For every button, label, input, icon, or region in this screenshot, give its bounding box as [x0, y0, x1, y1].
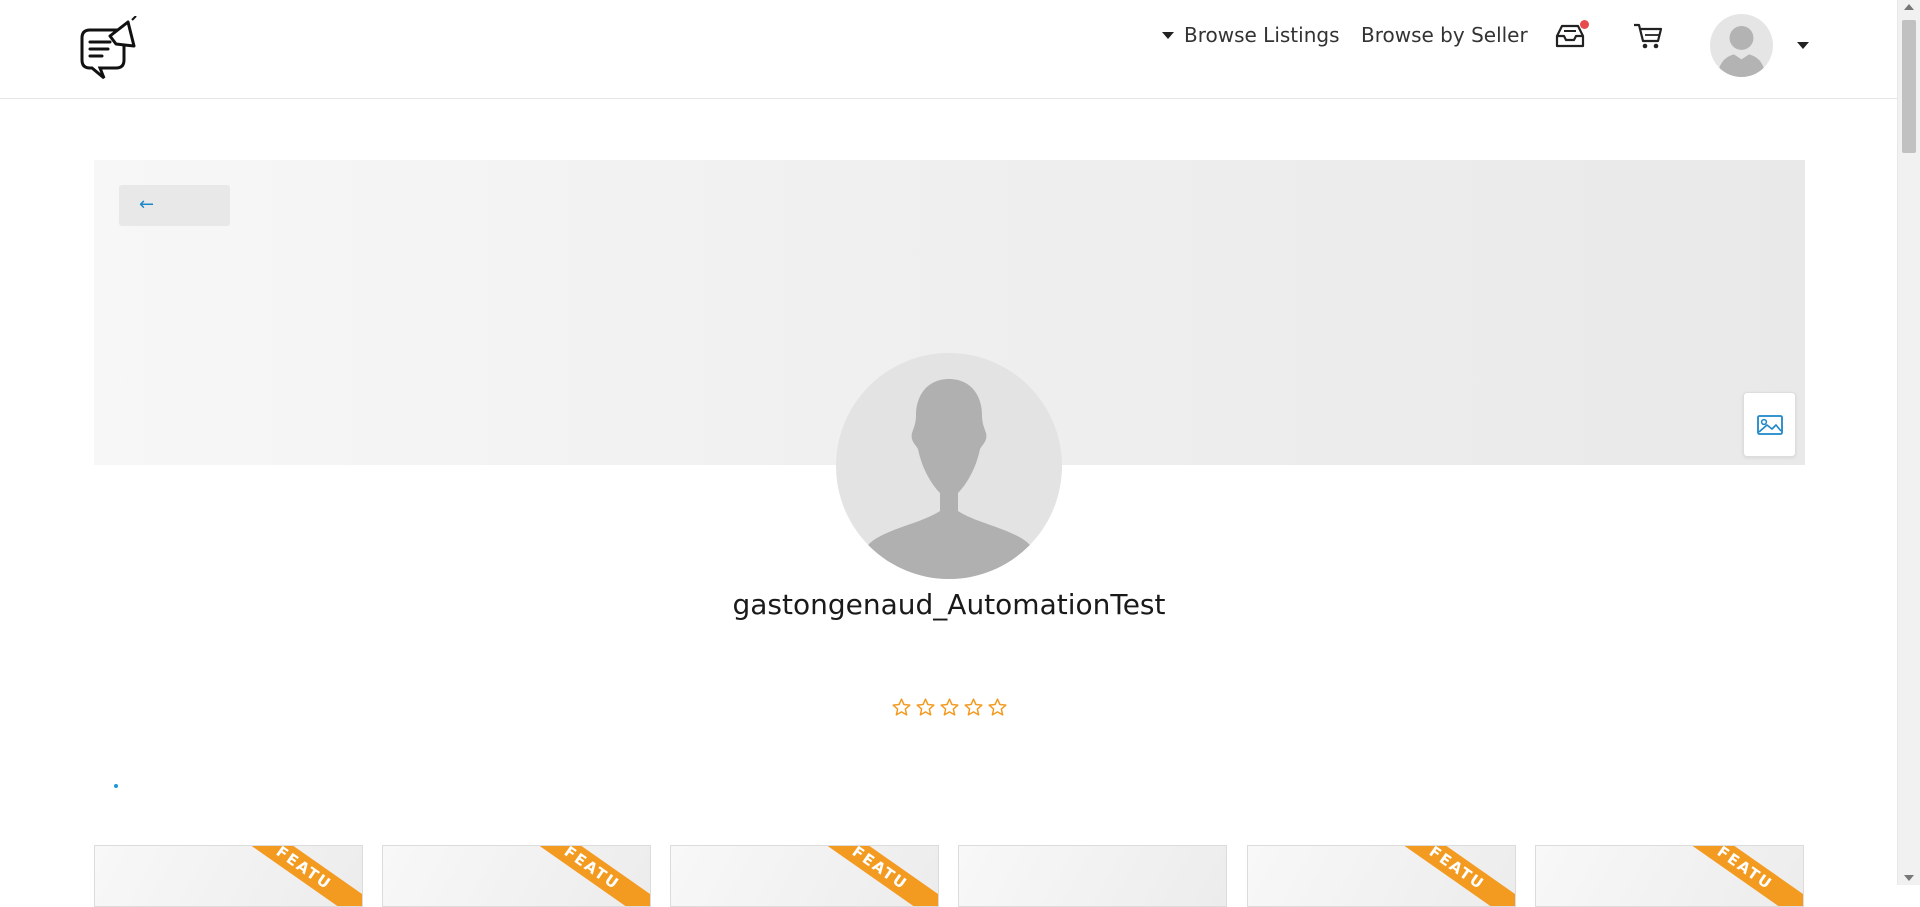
nav-browse-listings-label: Browse Listings: [1184, 23, 1340, 47]
scroll-up-icon[interactable]: [1904, 4, 1914, 10]
cart-icon[interactable]: [1631, 20, 1665, 52]
listing-card[interactable]: FEATU: [382, 845, 651, 907]
listing-card[interactable]: FEATU: [670, 845, 939, 907]
back-button[interactable]: ←: [119, 185, 230, 226]
featured-ribbon: FEATU: [1656, 846, 1803, 906]
listing-card[interactable]: FEATU: [1247, 845, 1516, 907]
listing-card[interactable]: FEATU: [94, 845, 363, 907]
listing-card[interactable]: [958, 845, 1227, 907]
scroll-down-icon[interactable]: [1904, 875, 1914, 881]
change-cover-image-button[interactable]: [1743, 392, 1796, 457]
scroll-thumb[interactable]: [1902, 20, 1916, 153]
nav-browse-by-seller-label: Browse by Seller: [1361, 23, 1528, 47]
featured-ribbon: FEATU: [791, 846, 938, 906]
star-empty-icon: [892, 698, 911, 716]
page-scrollbar[interactable]: [1897, 0, 1920, 885]
rating-stars: [891, 697, 1008, 718]
profile-username: gastongenaud_AutomationTest: [732, 588, 1166, 621]
site-header: Browse Listings Browse by Seller: [0, 0, 1898, 99]
caret-down-icon: [1162, 31, 1174, 39]
image-icon: [1757, 415, 1783, 435]
nav-browse-listings[interactable]: Browse Listings: [1162, 20, 1340, 50]
back-arrow-icon: ←: [139, 194, 155, 215]
star-empty-icon: [964, 698, 983, 716]
profile-avatar[interactable]: [836, 353, 1062, 579]
listing-card[interactable]: FEATU: [1535, 845, 1804, 907]
loading-indicator: [114, 784, 118, 788]
user-menu-caret-icon[interactable]: [1797, 42, 1809, 49]
star-empty-icon: [940, 698, 959, 716]
star-empty-icon: [916, 698, 935, 716]
nav-browse-by-seller[interactable]: Browse by Seller: [1361, 20, 1528, 50]
notification-dot: [1580, 20, 1589, 29]
user-avatar[interactable]: [1710, 14, 1773, 77]
site-logo-icon[interactable]: [76, 15, 140, 82]
featured-ribbon: FEATU: [215, 846, 362, 906]
star-empty-icon: [988, 698, 1007, 716]
featured-ribbon: FEATU: [503, 846, 650, 906]
featured-ribbon: FEATU: [1368, 846, 1515, 906]
